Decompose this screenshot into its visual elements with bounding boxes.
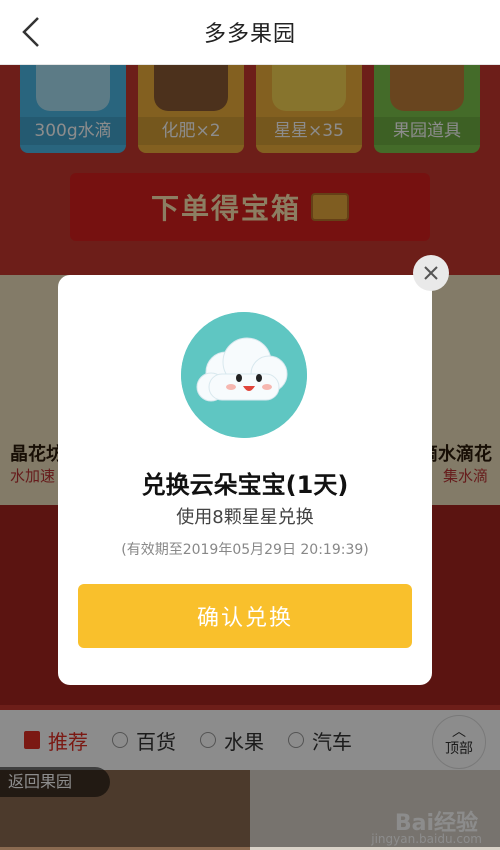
validity-text: (有效期至2019年05月29日 20:19:39) — [121, 542, 369, 558]
chevron-left-icon[interactable] — [14, 14, 50, 50]
top-bar: 多多果园 — [0, 0, 500, 65]
dialog-subtitle: 使用8颗星星兑换 — [176, 507, 314, 528]
close-icon[interactable] — [413, 255, 449, 291]
dialog-title: 兑换云朵宝宝(1天) — [141, 471, 349, 499]
exchange-dialog: 兑换云朵宝宝(1天) 使用8颗星星兑换 (有效期至2019年05月29日 20:… — [58, 275, 432, 685]
cloud-baby-icon — [181, 312, 307, 438]
confirm-exchange-button[interactable]: 确认兑换 — [78, 584, 412, 648]
page-title: 多多果园 — [203, 22, 296, 47]
